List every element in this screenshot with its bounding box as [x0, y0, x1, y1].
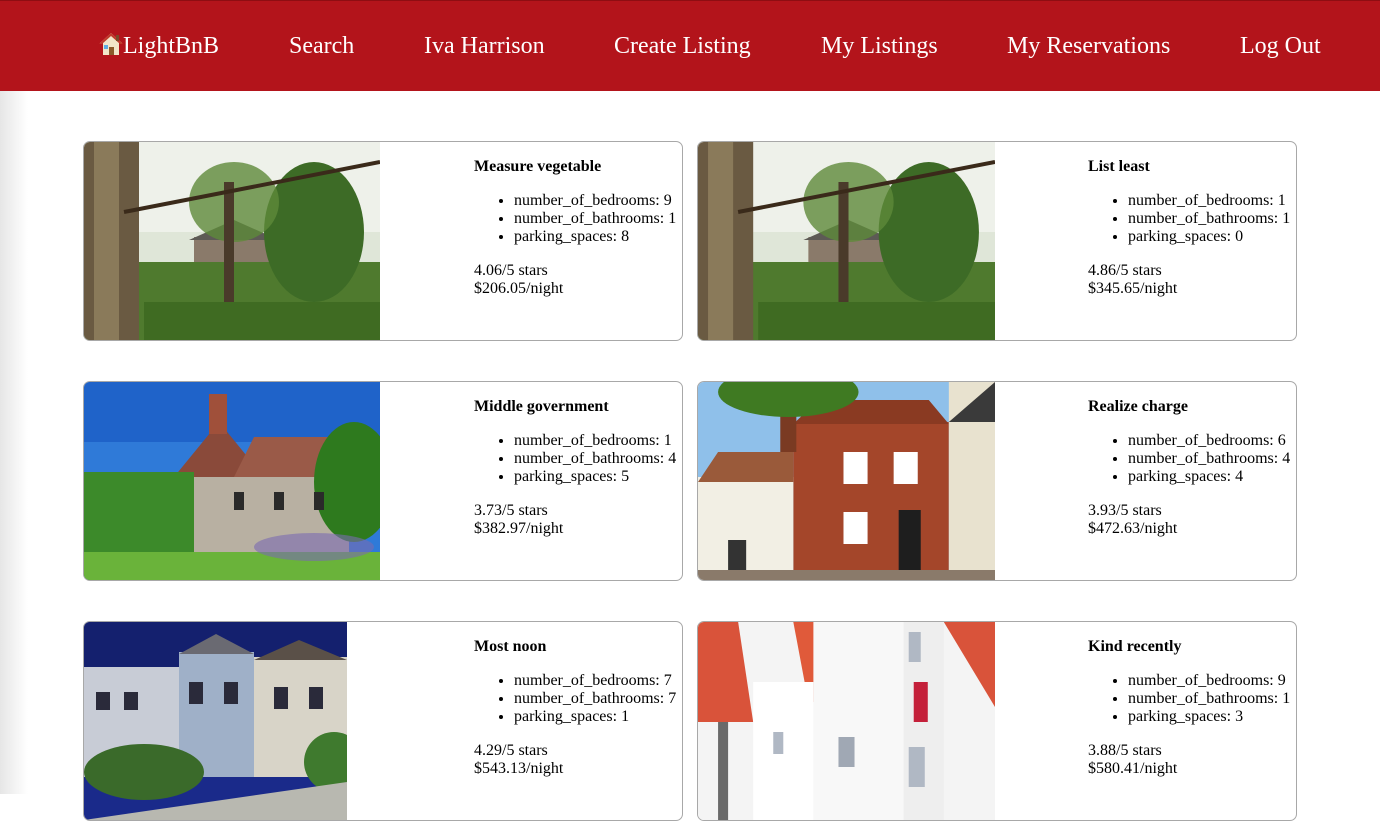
- listing-parking: parking_spaces: 4: [1128, 468, 1296, 486]
- listing-parking: parking_spaces: 0: [1128, 228, 1296, 246]
- listing-bedrooms: number_of_bedrooms: 1: [514, 432, 682, 450]
- listing-price: $580.41/night: [1088, 760, 1178, 777]
- listing-card[interactable]: List least number_of_bedrooms: 1 number_…: [697, 141, 1297, 341]
- listing-rating: 4.29/5 stars: [474, 742, 548, 759]
- listing-image: [84, 622, 347, 820]
- listing-image: [698, 382, 995, 580]
- logo-link[interactable]: LightBnB: [99, 31, 219, 61]
- nav-search[interactable]: Search: [289, 31, 354, 61]
- listing-card[interactable]: Most noon number_of_bedrooms: 7 number_o…: [83, 621, 683, 821]
- listing-bedrooms: number_of_bedrooms: 9: [514, 192, 682, 210]
- listing-image: [698, 142, 995, 340]
- listing-card[interactable]: Realize charge number_of_bedrooms: 6 num…: [697, 381, 1297, 581]
- listing-title: Most noon: [474, 638, 547, 655]
- listing-card[interactable]: Measure vegetable number_of_bedrooms: 9 …: [83, 141, 683, 341]
- listing-price: $345.65/night: [1088, 280, 1178, 297]
- listing-rating: 3.88/5 stars: [1088, 742, 1162, 759]
- listing-rating: 3.73/5 stars: [474, 502, 548, 519]
- listing-bathrooms: number_of_bathrooms: 4: [1128, 450, 1296, 468]
- listing-bathrooms: number_of_bathrooms: 1: [514, 210, 682, 228]
- nav-my-reservations[interactable]: My Reservations: [1007, 31, 1170, 61]
- house-icon: [99, 31, 123, 57]
- listing-card[interactable]: Kind recently number_of_bedrooms: 9 numb…: [697, 621, 1297, 821]
- listing-features: number_of_bedrooms: 1 number_of_bathroom…: [1088, 192, 1296, 246]
- listing-features: number_of_bedrooms: 6 number_of_bathroom…: [1088, 432, 1296, 486]
- listing-image: [84, 142, 380, 340]
- listing-card[interactable]: Middle government number_of_bedrooms: 1 …: [83, 381, 683, 581]
- listing-bathrooms: number_of_bathrooms: 7: [514, 690, 682, 708]
- listing-title: Kind recently: [1088, 638, 1182, 655]
- listing-rating: 3.93/5 stars: [1088, 502, 1162, 519]
- listing-title: Measure vegetable: [474, 158, 602, 175]
- listing-features: number_of_bedrooms: 9 number_of_bathroom…: [1088, 672, 1296, 726]
- page-edge-shadow: [0, 91, 28, 794]
- listing-bathrooms: number_of_bathrooms: 1: [1128, 690, 1296, 708]
- listing-info: List least number_of_bedrooms: 1 number_…: [1088, 158, 1296, 298]
- listing-bedrooms: number_of_bedrooms: 7: [514, 672, 682, 690]
- nav-user-name[interactable]: Iva Harrison: [424, 31, 545, 61]
- listing-price: $472.63/night: [1088, 520, 1178, 537]
- listing-title: Middle government: [474, 398, 609, 415]
- listing-image: [698, 622, 995, 820]
- listing-info: Middle government number_of_bedrooms: 1 …: [474, 398, 682, 538]
- listing-info: Measure vegetable number_of_bedrooms: 9 …: [474, 158, 682, 298]
- listing-info: Most noon number_of_bedrooms: 7 number_o…: [474, 638, 682, 778]
- listing-bathrooms: number_of_bathrooms: 4: [514, 450, 682, 468]
- listing-price: $206.05/night: [474, 280, 564, 297]
- listing-bathrooms: number_of_bathrooms: 1: [1128, 210, 1296, 228]
- logo-text: LightBnB: [123, 33, 220, 59]
- listing-features: number_of_bedrooms: 9 number_of_bathroom…: [474, 192, 682, 246]
- listing-title: Realize charge: [1088, 398, 1188, 415]
- listing-parking: parking_spaces: 8: [514, 228, 682, 246]
- listing-image: [84, 382, 380, 580]
- listing-parking: parking_spaces: 3: [1128, 708, 1296, 726]
- listing-rating: 4.06/5 stars: [474, 262, 548, 279]
- listing-features: number_of_bedrooms: 7 number_of_bathroom…: [474, 672, 682, 726]
- top-nav-bar: LightBnB Search Iva Harrison Create List…: [0, 0, 1380, 91]
- listing-price: $382.97/night: [474, 520, 564, 537]
- nav-log-out[interactable]: Log Out: [1240, 31, 1321, 61]
- listing-info: Kind recently number_of_bedrooms: 9 numb…: [1088, 638, 1296, 778]
- listing-title: List least: [1088, 158, 1150, 175]
- listing-price: $543.13/night: [474, 760, 564, 777]
- nav-create-listing[interactable]: Create Listing: [614, 31, 751, 61]
- listing-bedrooms: number_of_bedrooms: 6: [1128, 432, 1296, 450]
- listing-info: Realize charge number_of_bedrooms: 6 num…: [1088, 398, 1296, 538]
- listing-bedrooms: number_of_bedrooms: 9: [1128, 672, 1296, 690]
- listing-parking: parking_spaces: 1: [514, 708, 682, 726]
- listing-parking: parking_spaces: 5: [514, 468, 682, 486]
- nav-my-listings[interactable]: My Listings: [821, 31, 938, 61]
- listing-features: number_of_bedrooms: 1 number_of_bathroom…: [474, 432, 682, 486]
- listing-bedrooms: number_of_bedrooms: 1: [1128, 192, 1296, 210]
- listing-rating: 4.86/5 stars: [1088, 262, 1162, 279]
